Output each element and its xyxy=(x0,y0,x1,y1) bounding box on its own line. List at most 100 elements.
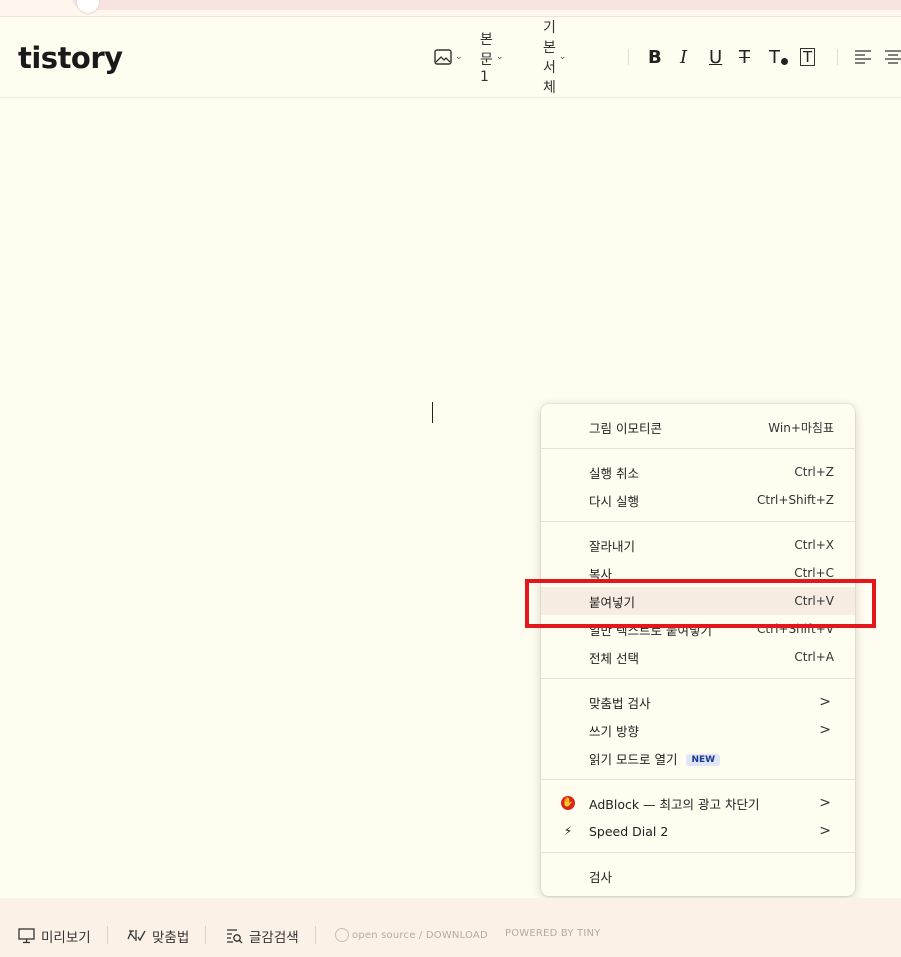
menu-item-shortcut: Ctrl+X xyxy=(794,538,834,552)
italic-icon: I xyxy=(680,46,688,68)
menu-divider xyxy=(541,852,855,853)
spellcheck-label: 맞춤법 xyxy=(152,930,190,946)
font-family-select[interactable]: 기본서체 ⌄ xyxy=(543,20,567,96)
preview-label: 미리보기 xyxy=(41,930,91,946)
spellcheck-icon xyxy=(127,930,146,942)
menu-item-label: AdBlock — 최고의 광고 차단기 xyxy=(589,796,760,812)
menu-item-label: 잘라내기 xyxy=(589,538,636,554)
menu-item-label: 읽기 모드로 열기 xyxy=(589,751,678,767)
text-color-button[interactable]: T xyxy=(769,45,788,69)
menu-item-emoji[interactable]: 그림 이모티콘 Win+마침표 xyxy=(541,413,855,441)
menu-divider xyxy=(541,448,855,449)
text-color-icon: T xyxy=(769,46,780,68)
align-center-icon xyxy=(885,50,901,64)
strikethrough-icon: T xyxy=(739,46,750,68)
paragraph-style-select[interactable]: 본문1 ⌄ xyxy=(480,32,504,85)
underline-button[interactable]: U xyxy=(709,45,722,69)
color-dot-icon xyxy=(781,57,788,65)
font-family-label: 기본서체 xyxy=(543,20,556,96)
open-source-label: open source / DOWNLOAD xyxy=(352,930,488,941)
chevron-down-icon: ⌄ xyxy=(455,52,463,62)
menu-item-shortcut: Win+마침표 xyxy=(768,420,834,435)
material-search-label: 글감검색 xyxy=(249,930,299,946)
menu-item-spellcheck[interactable]: 맞춤법 검사 > xyxy=(541,688,855,716)
menu-item-label: 다시 실행 xyxy=(589,493,639,509)
menu-item-label: 맞춤법 검사 xyxy=(589,695,651,711)
menu-item-label: 검사 xyxy=(589,869,613,885)
menu-item-cut[interactable]: 잘라내기 Ctrl+X xyxy=(541,531,855,559)
menu-item-label-wrap: 읽기 모드로 열기 NEW xyxy=(589,749,721,768)
chevron-right-icon: > xyxy=(819,722,831,738)
chevron-right-icon: > xyxy=(819,795,831,811)
footer-divider xyxy=(315,926,316,944)
lightning-icon: ⚡ xyxy=(563,824,573,838)
editor-footer: 미리보기 맞춤법 글감검색 open source / DOWNLOAD POW… xyxy=(0,898,901,957)
text-caret xyxy=(432,402,433,423)
menu-item-adblock[interactable]: ✋ AdBlock — 최고의 광고 차단기 > xyxy=(541,789,855,817)
menu-item-shortcut: Ctrl+Z xyxy=(794,465,834,479)
align-left-button[interactable] xyxy=(854,45,872,69)
menu-item-label: 전체 선택 xyxy=(589,650,639,666)
menu-item-redo[interactable]: 다시 실행 Ctrl+Shift+Z xyxy=(541,486,855,514)
menu-item-shortcut: Ctrl+Shift+Z xyxy=(757,493,834,507)
address-bar[interactable] xyxy=(72,0,901,10)
site-info-icon[interactable] xyxy=(76,0,100,14)
italic-button[interactable]: I xyxy=(680,45,687,69)
material-search-button[interactable]: 글감검색 xyxy=(225,926,299,946)
menu-item-paste[interactable]: 붙여넣기 Ctrl+V xyxy=(541,587,855,615)
background-color-button[interactable]: T xyxy=(800,45,816,69)
footer-divider xyxy=(107,926,108,944)
editor-header: tistory ⌄ 본문1 ⌄ 기본서체 ⌄ B I U T T T xyxy=(0,17,901,98)
open-source-icon xyxy=(335,928,349,942)
spellcheck-button[interactable]: 맞춤법 xyxy=(127,926,189,946)
new-badge: NEW xyxy=(686,754,721,766)
menu-item-label: 그림 이모티콘 xyxy=(589,420,662,436)
align-center-button[interactable] xyxy=(884,45,901,69)
menu-divider xyxy=(541,521,855,522)
chevron-down-icon: ⌄ xyxy=(558,52,567,62)
menu-item-writing-direction[interactable]: 쓰기 방향 > xyxy=(541,716,855,744)
open-source-link[interactable]: open source / DOWNLOAD xyxy=(335,928,488,942)
menu-item-paste-plain[interactable]: 일반 텍스트로 붙여넣기 Ctrl+Shift+V xyxy=(541,615,855,643)
toolbar-divider xyxy=(837,49,838,65)
tistory-logo[interactable]: tistory xyxy=(18,41,123,75)
paragraph-style-label: 본문1 xyxy=(480,32,493,85)
menu-item-select-all[interactable]: 전체 선택 Ctrl+A xyxy=(541,643,855,671)
menu-item-label: 복사 xyxy=(589,566,613,582)
powered-by-tiny[interactable]: POWERED BY TINY xyxy=(505,928,601,939)
menu-item-label: 일반 텍스트로 붙여넣기 xyxy=(589,622,712,638)
menu-divider xyxy=(541,678,855,679)
menu-item-label: 붙여넣기 xyxy=(589,594,636,610)
menu-item-shortcut: Ctrl+Shift+V xyxy=(757,622,834,636)
menu-item-shortcut: Ctrl+A xyxy=(794,650,834,664)
menu-divider xyxy=(541,779,855,780)
menu-item-undo[interactable]: 실행 취소 Ctrl+Z xyxy=(541,458,855,486)
search-document-icon xyxy=(227,928,243,943)
underline-icon: U xyxy=(709,46,723,68)
background-color-icon: T xyxy=(800,48,816,66)
bold-button[interactable]: B xyxy=(648,45,662,69)
menu-item-shortcut: Ctrl+V xyxy=(794,594,834,608)
menu-item-speed-dial[interactable]: ⚡ Speed Dial 2 > xyxy=(541,817,855,845)
chevron-down-icon: ⌄ xyxy=(495,52,504,62)
menu-item-shortcut: Ctrl+C xyxy=(794,566,834,580)
menu-item-label: Speed Dial 2 xyxy=(589,823,669,839)
monitor-icon xyxy=(18,928,35,944)
chevron-right-icon: > xyxy=(819,694,831,710)
menu-item-label: 실행 취소 xyxy=(589,465,639,481)
chevron-right-icon: > xyxy=(819,823,831,839)
image-icon xyxy=(434,49,452,65)
footer-divider xyxy=(205,926,206,944)
image-insert-button[interactable]: ⌄ xyxy=(434,45,463,69)
strikethrough-button[interactable]: T xyxy=(739,45,750,69)
menu-item-label: 쓰기 방향 xyxy=(589,723,639,739)
align-left-icon xyxy=(855,50,871,64)
preview-button[interactable]: 미리보기 xyxy=(18,926,91,946)
menu-item-inspect[interactable]: 검사 xyxy=(541,862,855,890)
toolbar-divider xyxy=(628,49,629,65)
menu-item-reading-mode[interactable]: 읽기 모드로 열기 NEW xyxy=(541,744,855,772)
adblock-hand-icon: ✋ xyxy=(561,796,575,810)
menu-item-copy[interactable]: 복사 Ctrl+C xyxy=(541,559,855,587)
browser-address-strip xyxy=(0,0,901,17)
bold-icon: B xyxy=(648,46,662,68)
